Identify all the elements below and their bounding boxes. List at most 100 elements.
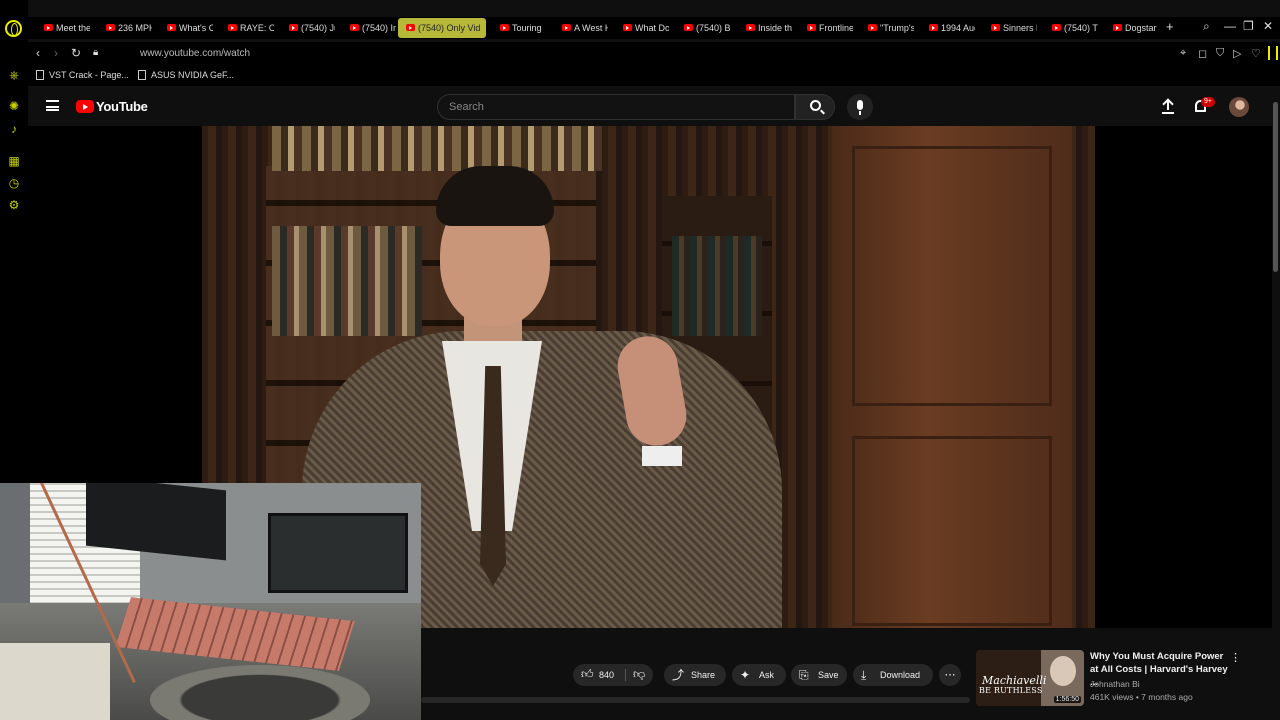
play-icon[interactable]: ▷ — [1233, 47, 1241, 60]
search-box[interactable] — [437, 94, 795, 120]
apps-grid-icon[interactable]: ▦ — [6, 153, 22, 169]
tab-title: Inside the — [758, 23, 792, 33]
search-icon — [810, 100, 821, 111]
browser-tab[interactable]: Dogstar — [1105, 18, 1159, 38]
save-button[interactable]: ⎘ Save — [791, 664, 847, 686]
webcam-overlay — [0, 483, 421, 720]
youtube-favicon-icon — [106, 24, 115, 31]
shield-icon[interactable]: ⛉ — [1216, 47, 1224, 60]
share-button[interactable]: ⤴ Share — [664, 664, 726, 686]
browser-tab[interactable]: Meet the — [36, 18, 90, 38]
browser-tab[interactable]: What Do — [615, 18, 669, 38]
youtube-logo-icon[interactable] — [76, 100, 94, 113]
recommended-thumbnail[interactable]: Machiavelli BE RUTHLESS 1:56:50 — [976, 650, 1084, 706]
wooden-door — [832, 126, 1072, 628]
ai-assistant-icon[interactable]: ⎈ — [6, 67, 22, 83]
youtube-favicon-icon — [746, 24, 755, 31]
youtube-favicon-icon — [929, 24, 938, 31]
browser-tab[interactable]: Sinners F — [983, 18, 1037, 38]
browser-tab[interactable]: (7540) B — [676, 18, 730, 38]
scrollbar-thumb[interactable] — [1273, 102, 1278, 272]
browser-tab[interactable]: Touring — [492, 18, 546, 38]
box — [0, 643, 110, 720]
browser-tab[interactable]: (7540) Ju — [281, 18, 335, 38]
youtube-favicon-icon — [991, 24, 1000, 31]
tab-strip: + Meet the 236 MPH What's C RAYE: Or (7540) … — [28, 17, 1280, 39]
tiktok-icon[interactable]: ♪ — [6, 121, 22, 137]
address-bar: ‹ › ↻ 🔒︎ www.youtube.com/watch ⌖ ◻ ⛉ ▷ ♡ — [28, 42, 1280, 66]
close-window-icon[interactable]: ✕ — [1263, 19, 1273, 33]
reload-button[interactable]: ↻ — [71, 46, 81, 60]
horizontal-scrollbar[interactable] — [421, 697, 970, 703]
history-icon[interactable]: ◷ — [6, 175, 22, 191]
recommended-video[interactable]: Machiavelli BE RUTHLESS 1:56:50 Why You … — [976, 650, 1276, 710]
minimize-icon[interactable]: — — [1224, 19, 1236, 33]
browser-tab[interactable]: Inside the — [738, 18, 792, 38]
tab-title: What Do — [635, 23, 669, 33]
menu-icon[interactable] — [46, 100, 59, 111]
tab-title: (7540) In — [362, 23, 396, 33]
browser-tab[interactable]: RAYE: Or — [220, 18, 274, 38]
browser-tab[interactable]: (7540) Tr — [1044, 18, 1098, 38]
tab-title: "Trump's — [880, 23, 914, 33]
dislike-icon[interactable]: 👎︎ — [633, 668, 645, 680]
recommended-channel[interactable]: Johnathan Bi — [1090, 679, 1140, 689]
search-button[interactable] — [795, 94, 835, 120]
ask-label: Ask — [759, 670, 775, 680]
lock-icon[interactable]: 🔒︎ — [93, 47, 98, 58]
search-tabs-icon[interactable]: ⌕ — [1203, 19, 1210, 34]
settings-icon[interactable]: ⚙ — [6, 197, 22, 213]
more-options-icon[interactable]: ⋮ — [1230, 651, 1241, 664]
sparkle-icon: ✦ — [740, 668, 751, 682]
heart-icon[interactable]: ♡ — [1251, 47, 1261, 60]
ask-button[interactable]: ✦ Ask — [732, 664, 786, 686]
forward-button[interactable]: › — [54, 46, 58, 60]
download-button[interactable]: ⤓ Download — [853, 664, 933, 686]
browser-tab[interactable]: Frontline — [799, 18, 853, 38]
share-label: Share — [691, 670, 716, 680]
bookmark-asus[interactable]: ASUS NVIDIA GeF... — [138, 70, 234, 80]
youtube-favicon-icon — [228, 24, 237, 31]
browser-tab[interactable]: 1994 Aud — [921, 18, 975, 38]
youtube-favicon-icon — [167, 24, 176, 31]
download-label: Download — [880, 670, 921, 680]
avatar[interactable] — [1229, 97, 1249, 117]
tab-title: 236 MPH — [118, 23, 152, 33]
more-actions-button[interactable]: ⋯ — [939, 664, 961, 686]
video-duration: 1:56:50 — [1053, 696, 1081, 703]
snapshot-icon[interactable]: ◻ — [1198, 47, 1207, 60]
youtube-favicon-icon — [44, 24, 53, 31]
books — [672, 236, 762, 336]
browser-tab[interactable]: "Trump's — [860, 18, 914, 38]
page-scrollbar[interactable] — [1272, 90, 1280, 720]
browser-tab[interactable]: 236 MPH — [98, 18, 152, 38]
youtube-favicon-icon — [623, 24, 632, 31]
page-icon — [36, 70, 44, 80]
browser-tab[interactable]: A West H — [554, 18, 608, 38]
back-button[interactable]: ‹ — [36, 46, 40, 60]
search-input[interactable] — [438, 95, 794, 119]
speaker-cuff — [642, 446, 682, 466]
pin-icon[interactable]: ⌖ — [1180, 47, 1186, 60]
chatgpt-icon[interactable]: ✺ — [6, 98, 22, 114]
like-count[interactable]: 840 — [599, 664, 614, 686]
youtube-favicon-icon — [406, 24, 415, 31]
voice-search-icon[interactable] — [847, 94, 873, 120]
browser-logo-icon[interactable] — [5, 20, 22, 37]
tab-title: A West H — [574, 23, 608, 33]
youtube-logo-text[interactable]: YouTube — [96, 99, 148, 114]
bookmark-vst[interactable]: VST Crack - Page... — [36, 70, 129, 80]
tab-title: Dogstar — [1125, 23, 1157, 33]
browser-tab[interactable]: What's C — [159, 18, 213, 38]
easy-setup-icon[interactable] — [1268, 46, 1278, 60]
tab-title: Touring — [512, 23, 542, 33]
browser-tab[interactable]: (7540) In — [342, 18, 396, 38]
restore-icon[interactable]: ❐ — [1243, 19, 1254, 33]
browser-tab[interactable]: (7540) Only Vid — [398, 18, 486, 38]
download-icon: ⤓ — [861, 668, 867, 682]
youtube-favicon-icon — [350, 24, 359, 31]
like-icon[interactable]: 👍︎ — [581, 668, 594, 680]
new-tab-button[interactable]: + — [1166, 19, 1174, 34]
url-field[interactable]: www.youtube.com/watch — [140, 48, 250, 59]
page-icon — [138, 70, 146, 80]
